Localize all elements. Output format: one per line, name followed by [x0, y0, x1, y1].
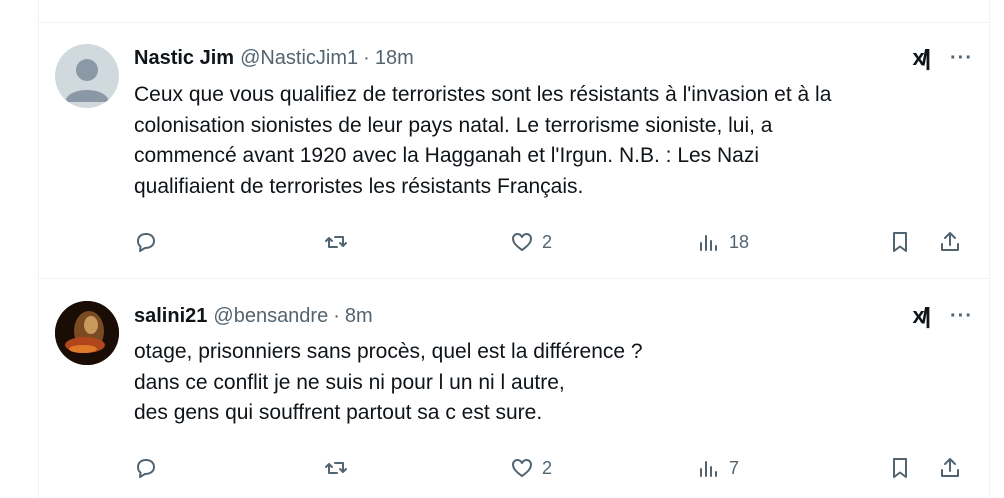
bookmark-icon — [893, 232, 907, 252]
avatar[interactable] — [55, 301, 119, 365]
grok-icon[interactable]: x/| — [913, 303, 931, 329]
like-count: 2 — [542, 457, 553, 478]
tweet-header: salini21 @bensandre · 8m x/| ··· — [134, 303, 973, 329]
tweet-actions: 2 7 — [134, 454, 973, 482]
view-count: 7 — [729, 457, 740, 478]
reply-button[interactable] — [134, 228, 158, 256]
tweet-actions: 2 18 — [134, 228, 973, 256]
heart-icon — [512, 233, 532, 251]
timeline-feed: Nastic Jim @NasticJim1 · 18m x/| ··· Ceu… — [38, 0, 990, 498]
share-button[interactable] — [938, 228, 962, 256]
like-button[interactable]: 2 — [510, 454, 552, 482]
user-handle[interactable]: @NasticJim1 — [240, 47, 358, 70]
reply-button[interactable] — [134, 454, 158, 482]
separator-dot: · — [333, 304, 340, 327]
tweet-header: Nastic Jim @NasticJim1 · 18m x/| ··· — [134, 45, 973, 71]
views-button[interactable]: 7 — [697, 454, 739, 482]
display-name[interactable]: salini21 — [134, 305, 207, 328]
views-button[interactable]: 18 — [697, 228, 749, 256]
reply-icon — [137, 459, 155, 478]
bookmark-button[interactable] — [888, 454, 912, 482]
tweet-text: otage, prisonniers sans procès, quel est… — [134, 340, 643, 425]
tweet[interactable]: Nastic Jim @NasticJim1 · 18m x/| ··· Ceu… — [39, 23, 989, 279]
reply-icon — [137, 233, 155, 252]
repost-icon — [325, 462, 347, 474]
like-button[interactable]: 2 — [510, 228, 552, 256]
grok-icon[interactable]: x/| — [913, 45, 931, 71]
repost-button[interactable] — [324, 454, 348, 482]
header-actions: x/| ··· — [913, 45, 974, 71]
separator-dot: · — [363, 46, 370, 69]
like-count: 2 — [542, 231, 553, 252]
heart-icon — [512, 459, 532, 477]
tweet-text: Ceux que vous qualifiez de terroristes s… — [134, 83, 832, 198]
bookmark-icon — [893, 458, 907, 478]
view-count: 18 — [729, 231, 750, 252]
previous-tweet-stub — [39, 0, 989, 23]
timestamp[interactable]: 18m — [375, 47, 414, 70]
views-icon — [700, 461, 717, 477]
tweet[interactable]: salini21 @bensandre · 8m x/| ··· otage, … — [39, 279, 989, 498]
bookmark-button[interactable] — [888, 228, 912, 256]
repost-icon — [325, 236, 347, 248]
more-options-icon[interactable]: ··· — [950, 47, 973, 70]
header-actions: x/| ··· — [913, 303, 974, 329]
more-options-icon[interactable]: ··· — [950, 305, 973, 328]
avatar[interactable] — [55, 44, 119, 108]
share-button[interactable] — [938, 454, 962, 482]
views-icon — [700, 235, 717, 251]
display-name[interactable]: Nastic Jim — [134, 47, 234, 70]
default-avatar-icon — [65, 59, 109, 102]
share-icon — [941, 232, 959, 251]
photo-avatar — [55, 301, 119, 365]
timestamp[interactable]: 8m — [345, 305, 373, 328]
share-icon — [941, 458, 959, 477]
user-handle[interactable]: @bensandre — [213, 305, 328, 328]
repost-button[interactable] — [324, 228, 348, 256]
